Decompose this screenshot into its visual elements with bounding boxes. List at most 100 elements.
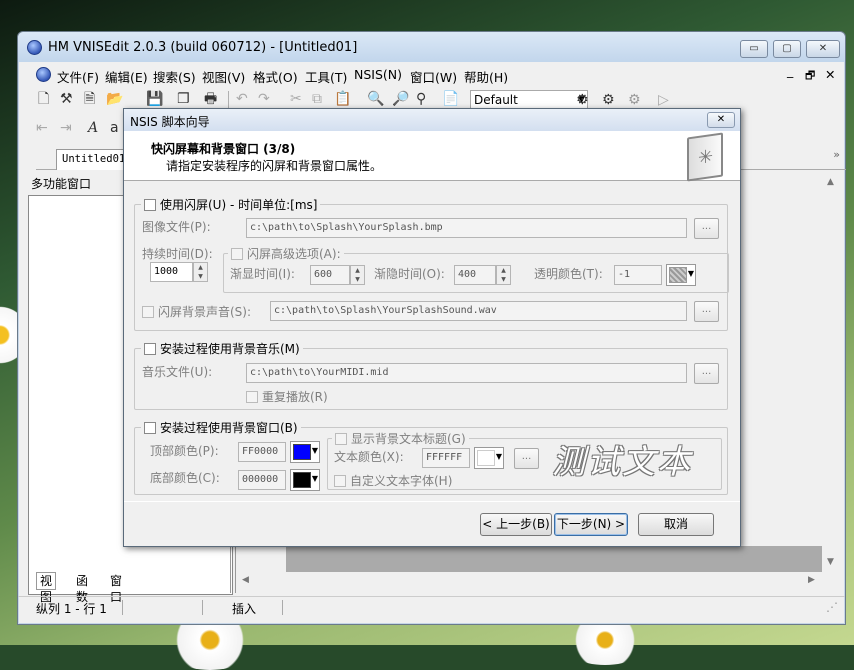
scroll-left-icon[interactable]: ◀ [242, 575, 249, 585]
indent-icon[interactable]: ⇤ [36, 120, 48, 136]
menu-format[interactable]: 格式(O) [253, 67, 298, 86]
step-title: 快闪屏幕和背景窗口 (3/8) [151, 142, 296, 156]
transparent-color-picker[interactable]: ▼ [666, 264, 696, 286]
paste-icon[interactable]: 📋 [334, 91, 351, 107]
repeat-play-checkbox[interactable]: 重复播放(R) [246, 388, 328, 405]
close-button[interactable]: ✕ [806, 40, 840, 58]
template-icon[interactable]: 🗎 [84, 91, 95, 107]
wizard-header: 快闪屏幕和背景窗口 (3/8) 请指定安装程序的闪屏和背景窗口属性。 ✳ [124, 131, 740, 182]
cancel-button[interactable]: 取消 [638, 513, 714, 536]
checkbox-box[interactable] [334, 475, 346, 487]
text-color-picker[interactable]: ▼ [474, 447, 504, 469]
music-file-field[interactable]: c:\path\to\YourMIDI.mid [246, 363, 687, 383]
redo-icon[interactable]: ↷ [258, 91, 270, 107]
top-color-picker[interactable]: ▼ [290, 441, 320, 463]
custom-font-checkbox[interactable]: 自定义文本字体(H) [334, 472, 452, 489]
undo-icon[interactable]: ↶ [236, 91, 248, 107]
transparent-color-field[interactable]: -1 [614, 265, 662, 285]
font-size-icon[interactable]: a [110, 120, 119, 136]
checkbox-box[interactable] [144, 421, 156, 434]
bottom-color-field[interactable]: 000000 [238, 470, 286, 490]
outdent-icon[interactable]: ⇥ [60, 120, 72, 136]
goto-icon[interactable]: 📄 [442, 91, 459, 107]
use-splash-checkbox[interactable]: 使用闪屏(U) - 时间单位:[ms] [141, 196, 321, 213]
fadeout-stepper[interactable]: ▲ ▼ [496, 265, 511, 285]
tab-window[interactable]: 窗口 [106, 572, 126, 604]
compile-icon[interactable]: ⚙ [576, 92, 589, 108]
menu-file[interactable]: 文件(F) [57, 67, 99, 86]
show-bg-title-checkbox[interactable]: 显示背景文本标题(G) [332, 430, 469, 447]
print-icon[interactable]: 🖶 [204, 91, 217, 107]
duration-stepper[interactable]: ▲ ▼ [193, 262, 208, 282]
stop-icon[interactable]: ▷ [658, 92, 669, 108]
use-music-checkbox[interactable]: 安装过程使用背景音乐(M) [141, 340, 303, 357]
browse-image-button[interactable]: ... [694, 218, 719, 239]
menu-nsis[interactable]: NSIS(N) [354, 67, 402, 82]
use-bgwin-checkbox[interactable]: 安装过程使用背景窗口(B) [141, 419, 301, 436]
text-color-field[interactable]: FFFFFF [422, 448, 470, 468]
fadein-stepper[interactable]: ▲ ▼ [350, 265, 365, 285]
tab-view[interactable]: 视图 [36, 572, 57, 604]
editor-area[interactable] [286, 546, 822, 572]
checkbox-box[interactable] [144, 342, 156, 355]
save-all-icon[interactable]: ❐ [177, 91, 190, 107]
tab-functions[interactable]: 函数 [72, 572, 92, 604]
dialog-title-bar[interactable]: NSIS 脚本向导 ✕ [124, 109, 740, 131]
splash-sound-checkbox[interactable] [142, 306, 154, 318]
menu-edit[interactable]: 编辑(E) [105, 67, 148, 86]
copy-icon[interactable]: ⧉ [312, 91, 322, 107]
checkbox-box[interactable] [335, 432, 347, 445]
cut-icon[interactable]: ✂ [290, 91, 302, 107]
wizard-book-icon: ✳ [687, 132, 723, 182]
config-dropdown[interactable]: Default ▼ [470, 90, 588, 110]
find-next-icon[interactable]: 🔎 [392, 91, 409, 107]
image-file-label: 图像文件(P): [142, 220, 211, 234]
find-icon[interactable]: 🔍 [367, 91, 384, 107]
font-icon[interactable]: A [88, 120, 98, 136]
save-icon[interactable]: 💾 [146, 91, 163, 107]
resize-grip-icon[interactable]: ⋰ [826, 600, 838, 614]
open-folder-icon[interactable]: 📂 [106, 91, 123, 107]
title-bar[interactable]: HM VNISEdit 2.0.3 (build 060712) - [Unti… [18, 32, 845, 62]
menu-help[interactable]: 帮助(H) [464, 67, 508, 86]
back-button[interactable]: < 上一步(B) [480, 513, 552, 536]
menu-window[interactable]: 窗口(W) [410, 67, 457, 86]
image-file-field[interactable]: c:\path\to\Splash\YourSplash.bmp [246, 218, 687, 238]
checkbox-box[interactable] [246, 391, 258, 403]
run-icon[interactable]: ⚙ [628, 92, 641, 108]
text-font-button[interactable]: ... [514, 448, 539, 469]
tab-untitled01[interactable]: Untitled01 [56, 149, 129, 170]
next-button[interactable]: 下一步(N) > [554, 513, 628, 536]
mdi-restore-icon[interactable]: 🗗 [805, 67, 815, 86]
scroll-right-icon[interactable]: ▶ [808, 575, 815, 585]
browse-sound-button[interactable]: ... [694, 301, 719, 322]
mdi-close-icon[interactable]: ✕ [825, 67, 835, 82]
document-system-icon[interactable] [36, 67, 51, 82]
fadeout-field[interactable]: 400 [454, 265, 496, 285]
duration-field[interactable]: 1000 [150, 262, 193, 282]
scroll-up-icon[interactable]: ▲ [827, 177, 834, 187]
menu-view[interactable]: 视图(V) [202, 67, 245, 86]
menu-tools[interactable]: 工具(T) [305, 67, 347, 86]
new-file-icon[interactable]: 🗋 [38, 91, 49, 107]
fadein-field[interactable]: 600 [310, 265, 350, 285]
top-color-field[interactable]: FF0000 [238, 442, 286, 462]
replace-icon[interactable]: ⚲ [416, 91, 426, 107]
minimize-button[interactable]: ▭ [740, 40, 768, 58]
browse-music-button[interactable]: ... [694, 363, 719, 384]
splash-advanced-checkbox[interactable]: 闪屏高级选项(A): [228, 245, 344, 262]
maximize-button[interactable]: ▢ [773, 40, 801, 58]
mdi-minimize-icon[interactable]: _ [787, 63, 793, 78]
scroll-down-icon[interactable]: ▼ [827, 557, 834, 567]
compile-run-icon[interactable]: ⚙ [602, 92, 615, 108]
chevron-right-icon[interactable]: » [833, 148, 840, 161]
splash-sound-field[interactable]: c:\path\to\Splash\YourSplashSound.wav [270, 301, 687, 321]
dialog-close-button[interactable]: ✕ [707, 112, 735, 128]
wizard-icon[interactable]: ⚒ [60, 91, 73, 107]
vertical-scrollbar[interactable]: ▲ ▼ [822, 175, 840, 575]
bottom-color-picker[interactable]: ▼ [290, 469, 320, 491]
checkbox-box[interactable] [144, 198, 156, 211]
menu-search[interactable]: 搜索(S) [153, 67, 196, 86]
horizontal-scrollbar[interactable]: ◀ ▶ [238, 573, 822, 589]
checkbox-box[interactable] [231, 247, 243, 260]
